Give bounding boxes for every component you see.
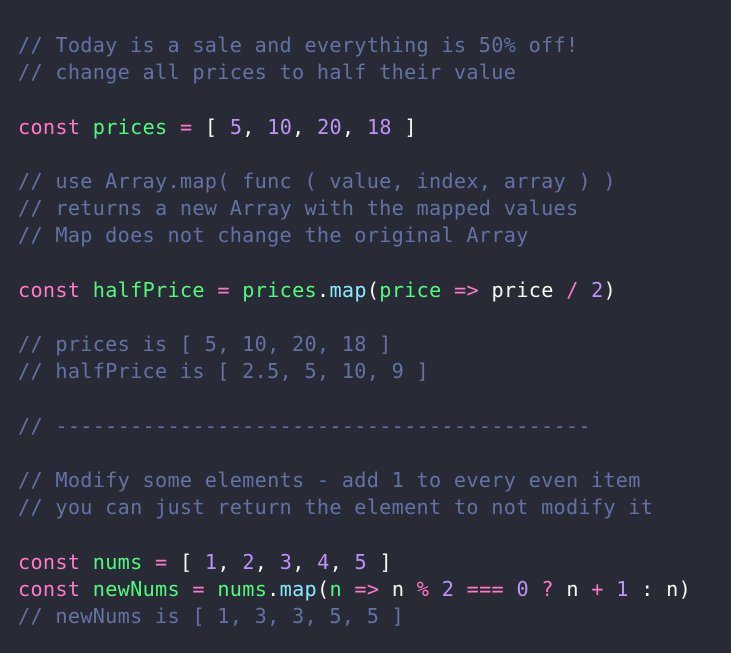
- number: 0: [516, 576, 529, 601]
- number: 4: [317, 549, 330, 574]
- number: 3: [279, 549, 293, 574]
- paren: ): [603, 277, 617, 302]
- comment-line: // prices is [ 5, 10, 20, 18 ]: [18, 332, 392, 357]
- paren: (: [317, 576, 330, 601]
- operator: =: [155, 549, 168, 574]
- variable-name: halfPrice: [92, 277, 205, 302]
- comment-line: // Map does not change the original Arra…: [18, 223, 529, 248]
- bracket: [: [179, 549, 193, 574]
- bracket: [: [204, 114, 218, 139]
- comma: ,: [292, 549, 305, 574]
- identifier: n: [566, 576, 579, 601]
- comment-line: // you can just return the element to no…: [18, 495, 654, 520]
- comma: ,: [292, 114, 305, 139]
- arrow-operator: =>: [354, 576, 380, 601]
- comma: ,: [242, 114, 255, 139]
- number: 2: [591, 277, 604, 302]
- operator: =: [192, 576, 205, 601]
- operator: ?: [541, 576, 554, 601]
- parameter: n: [329, 576, 342, 601]
- keyword: const: [18, 549, 81, 574]
- code-line-nums: const nums = [ 1, 2, 3, 4, 5 ]: [18, 549, 731, 576]
- operator: ===: [466, 576, 504, 601]
- number: 1: [616, 576, 629, 601]
- comment-line: // Today is a sale and everything is 50%…: [18, 33, 579, 57]
- comma: ,: [329, 549, 343, 574]
- method-name: map: [329, 277, 367, 302]
- comment-line: // returns a new Array with the mapped v…: [18, 196, 579, 221]
- identifier: n: [391, 576, 405, 601]
- variable-name: newNums: [92, 576, 180, 601]
- number: 2: [242, 549, 255, 574]
- comment-line: // newNums is [ 1, 3, 3, 5, 5 ]: [18, 603, 405, 628]
- parameter: price: [379, 277, 442, 302]
- arrow-operator: =>: [454, 277, 479, 302]
- number: 1: [204, 549, 218, 574]
- paren: (: [366, 277, 380, 302]
- number: 20: [317, 114, 343, 139]
- comment-line: // use Array.map( func ( value, index, a…: [18, 168, 616, 193]
- method-name: map: [279, 576, 318, 601]
- operator: +: [591, 576, 604, 601]
- object-ref: prices: [242, 277, 317, 302]
- variable-name: prices: [92, 114, 168, 139]
- keyword: const: [18, 114, 81, 139]
- comma: ,: [254, 549, 268, 574]
- comment-line: // Modify some elements - add 1 to every…: [18, 468, 641, 492]
- code-line-prices: const prices = [ 5, 10, 20, 18 ]: [18, 114, 731, 141]
- dot: .: [316, 277, 330, 302]
- comma: ,: [342, 114, 355, 139]
- identifier: n: [666, 576, 679, 601]
- keyword: const: [18, 576, 81, 601]
- code-line-halfprice: const halfPrice = prices.map(price => pr…: [18, 277, 731, 304]
- code-editor[interactable]: // Today is a sale and everything is 50%…: [0, 0, 731, 653]
- number: 5: [354, 549, 368, 574]
- comma: ,: [217, 549, 230, 574]
- bracket: ]: [379, 549, 392, 574]
- variable-name: nums: [92, 549, 143, 574]
- comment-line: // change all prices to half their value: [18, 60, 517, 85]
- dot: .: [267, 576, 280, 601]
- operator: /: [566, 277, 579, 302]
- number: 18: [366, 114, 392, 139]
- number: 2: [441, 576, 455, 601]
- comment-line: // halfPrice is [ 2.5, 5, 10, 9 ]: [18, 359, 429, 384]
- colon: :: [641, 576, 654, 601]
- number: 10: [267, 114, 293, 139]
- operator: =: [179, 114, 193, 139]
- number: 5: [229, 114, 243, 139]
- object-ref: nums: [217, 576, 268, 601]
- paren: ): [678, 576, 692, 601]
- keyword: const: [18, 277, 81, 302]
- comment-divider: // -------------------------------------…: [18, 413, 591, 438]
- bracket: ]: [404, 114, 417, 139]
- operator: %: [416, 576, 430, 601]
- operator: =: [217, 277, 230, 302]
- identifier: price: [491, 277, 554, 302]
- code-line-newnums: const newNums = nums.map(n => n % 2 === …: [18, 576, 731, 603]
